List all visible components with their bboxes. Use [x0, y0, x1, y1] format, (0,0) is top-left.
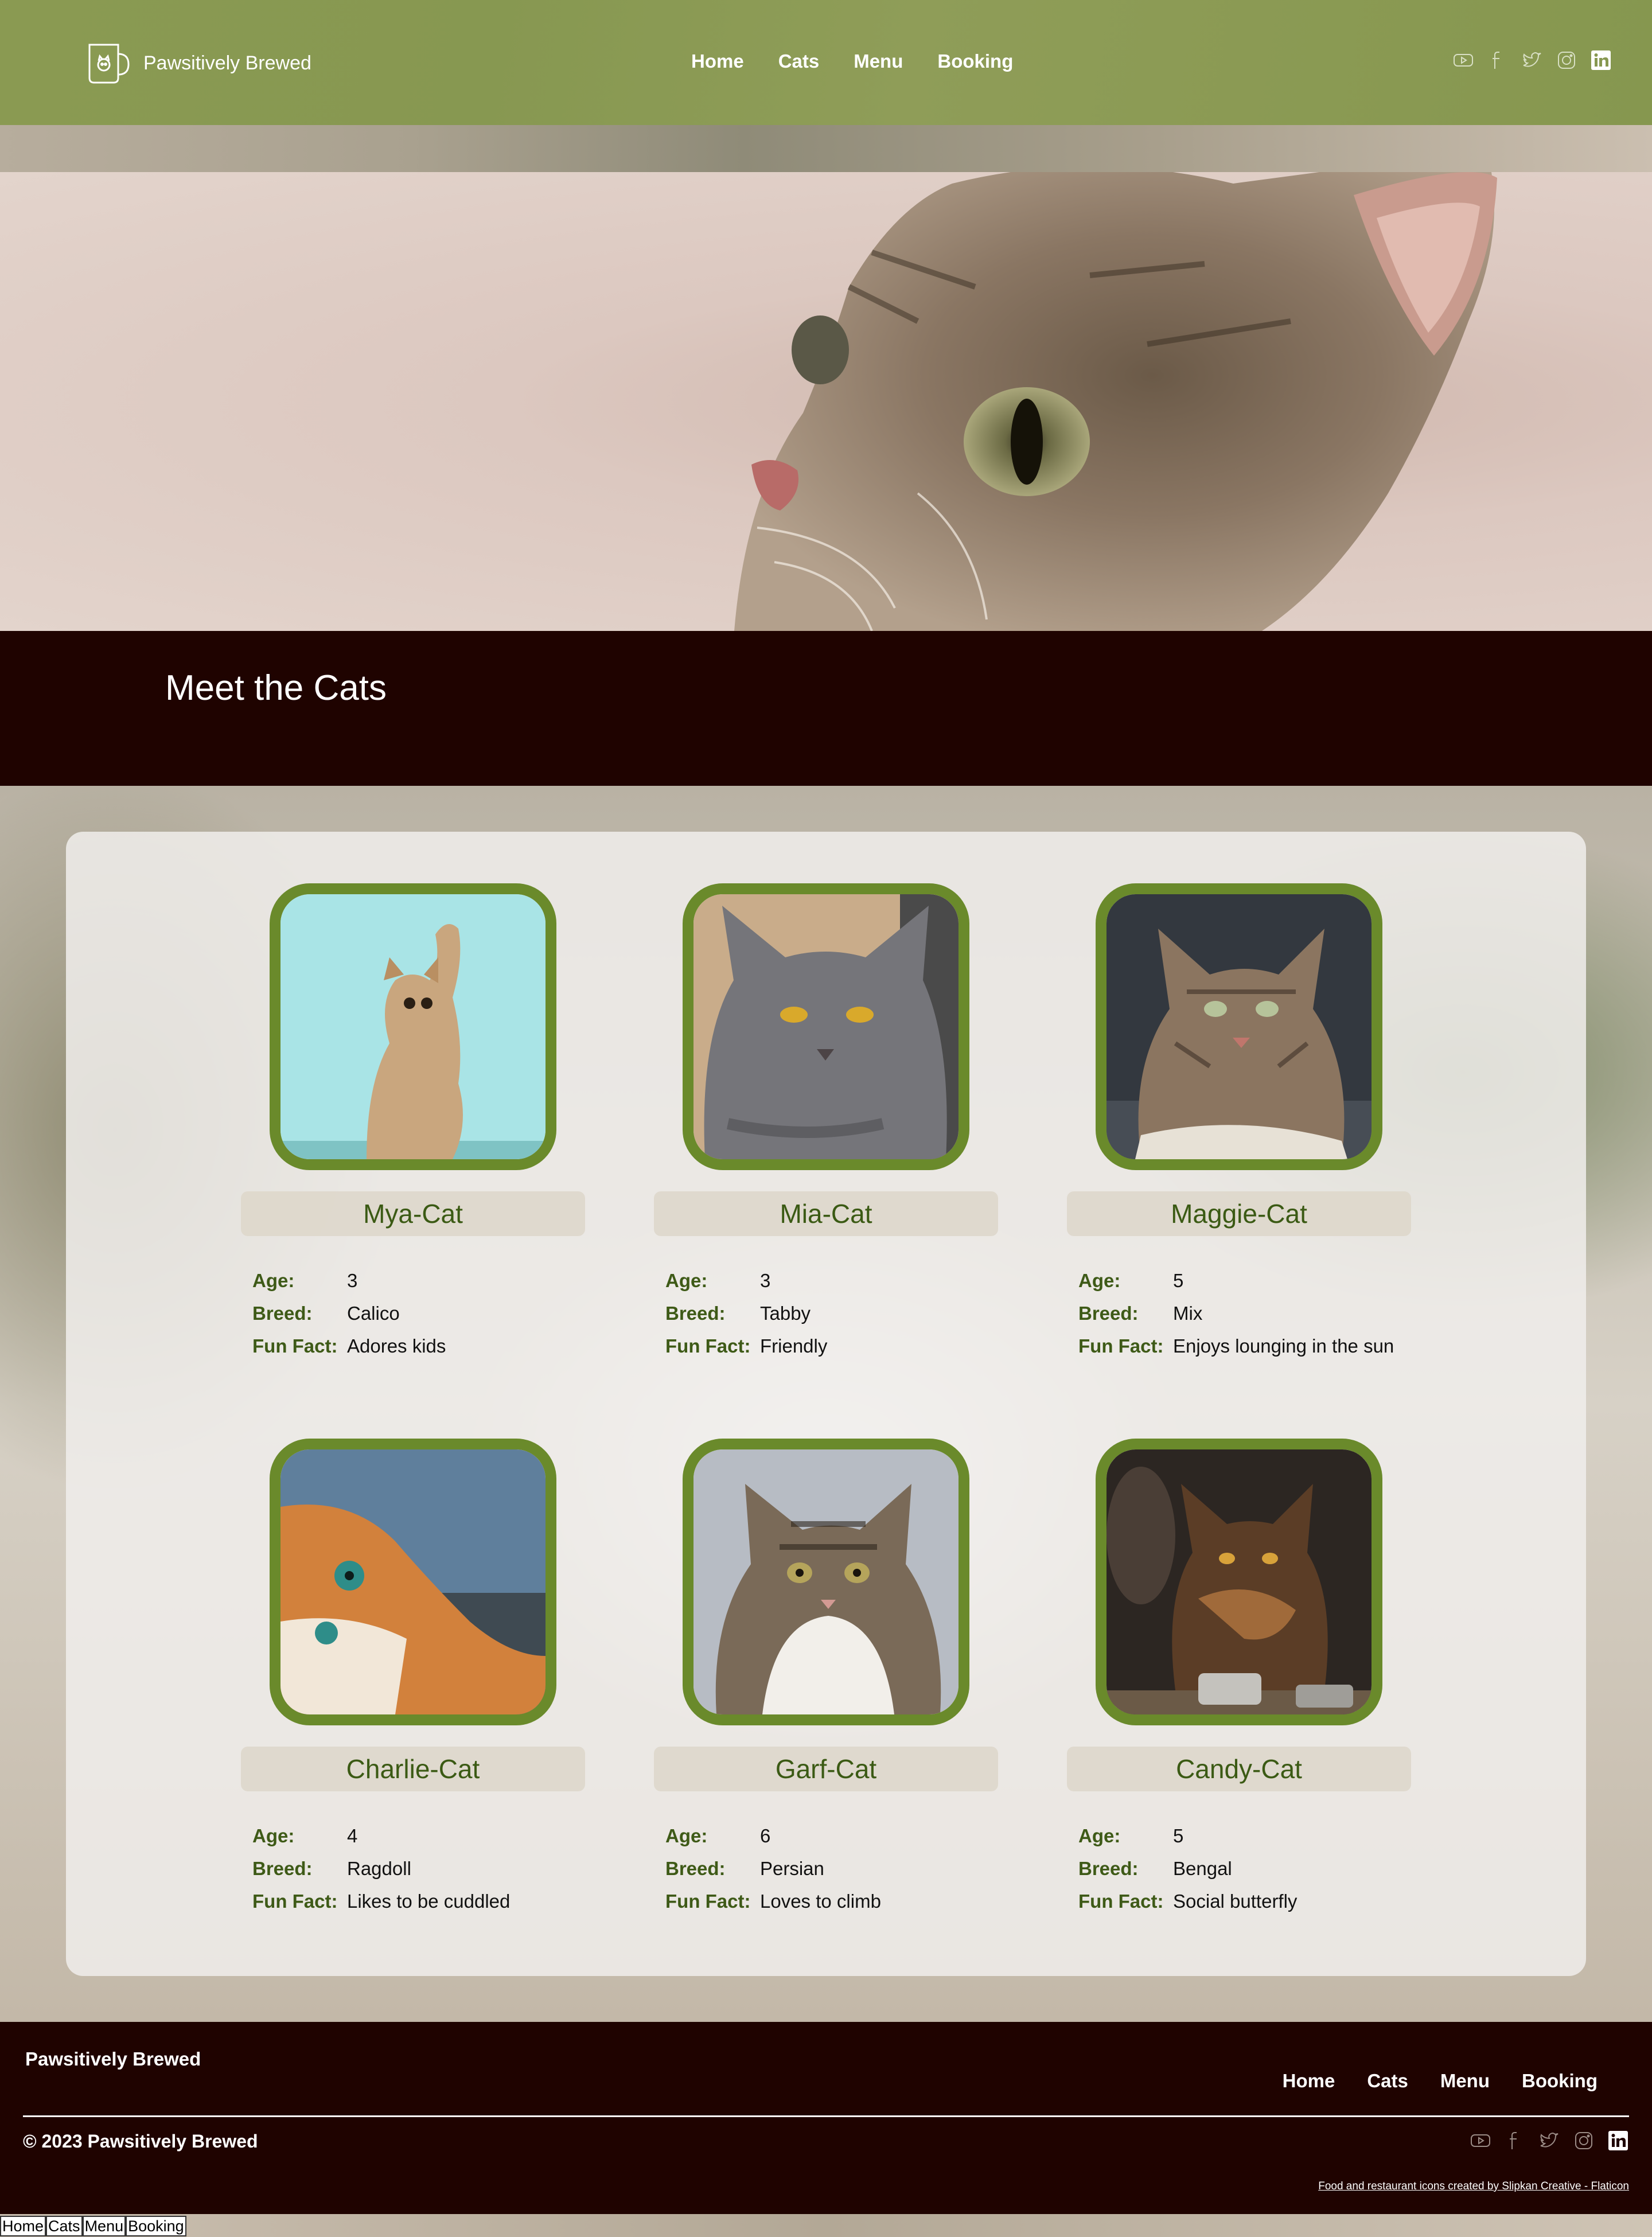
- site-footer: Pawsitively Brewed Home Cats Menu Bookin…: [0, 2022, 1652, 2214]
- twitter-icon[interactable]: [1538, 2130, 1560, 2152]
- footer-nav-booking[interactable]: Booking: [1522, 2070, 1598, 2092]
- logo-link[interactable]: Pawsitively Brewed: [85, 39, 311, 87]
- twitter-icon[interactable]: [1521, 49, 1543, 71]
- cat-photo: [270, 1439, 556, 1725]
- breed-label: Breed:: [665, 1302, 726, 1324]
- fun-fact-label: Fun Fact:: [1078, 1890, 1164, 1912]
- age-label: Age:: [665, 1269, 708, 1291]
- hero-cat-image: [734, 172, 1497, 631]
- fun-fact-value: Enjoys lounging in the sun: [1173, 1335, 1394, 1357]
- breed-label: Breed:: [1078, 1302, 1139, 1324]
- breed-value: Calico: [347, 1302, 400, 1324]
- footer-nav-menu[interactable]: Menu: [1440, 2070, 1490, 2092]
- footer-brand: Pawsitively Brewed: [25, 2048, 201, 2070]
- cat-name: Garf-Cat: [654, 1747, 998, 1791]
- nav-cats[interactable]: Cats: [778, 50, 820, 72]
- cat-mug-logo-icon: [88, 44, 130, 84]
- cat-photo: [270, 883, 556, 1170]
- cat-info: Age: 3 Breed: Tabby Fun Fact: Friendly: [665, 1264, 827, 1362]
- breed-label: Breed:: [665, 1857, 726, 1879]
- age-label: Age:: [252, 1825, 295, 1846]
- cat-name: Maggie-Cat: [1067, 1191, 1411, 1236]
- bottom-link-buttons: Home Cats Menu Booking: [0, 2216, 186, 2236]
- breed-value: Ragdoll: [347, 1857, 411, 1879]
- age-label: Age:: [665, 1825, 708, 1846]
- age-value: 6: [760, 1825, 771, 1846]
- breed-label: Breed:: [252, 1302, 313, 1324]
- age-value: 5: [1173, 1825, 1184, 1846]
- age-value: 3: [760, 1269, 771, 1291]
- fun-fact-value: Likes to be cuddled: [347, 1890, 511, 1912]
- cat-info: Age: 5 Breed: Bengal Fun Fact: Social butte…: [1078, 1819, 1297, 1918]
- footer-nav: Home Cats Menu Booking: [1283, 2070, 1598, 2092]
- cat-info: Age: 3 Breed: Calico Fun Fact: Adores kids: [252, 1264, 446, 1362]
- fun-fact-label: Fun Fact:: [252, 1335, 338, 1357]
- age-label: Age:: [252, 1269, 295, 1291]
- facebook-icon[interactable]: [1504, 2130, 1526, 2152]
- youtube-icon[interactable]: [1470, 2130, 1491, 2152]
- cat-name: Charlie-Cat: [241, 1747, 585, 1791]
- nav-booking[interactable]: Booking: [937, 50, 1013, 72]
- main-nav: Home Cats Menu Booking: [691, 50, 1013, 72]
- fun-fact-label: Fun Fact:: [252, 1890, 338, 1912]
- breed-value: Persian: [760, 1857, 824, 1879]
- age-label: Age:: [1078, 1825, 1121, 1846]
- breed-label: Breed:: [1078, 1857, 1139, 1879]
- cat-info: Age: 6 Breed: Persian Fun Fact: Loves to cl…: [665, 1819, 881, 1918]
- nav-menu[interactable]: Menu: [854, 50, 903, 72]
- hero-banner: [0, 172, 1652, 631]
- instagram-icon[interactable]: [1556, 49, 1577, 71]
- fun-fact-label: Fun Fact:: [665, 1890, 751, 1912]
- age-value: 4: [347, 1825, 358, 1846]
- cat-name: Candy-Cat: [1067, 1747, 1411, 1791]
- breed-value: Mix: [1173, 1302, 1203, 1324]
- bottom-link-menu[interactable]: Menu: [82, 2216, 126, 2236]
- cat-photo: [683, 1439, 969, 1725]
- linkedin-icon[interactable]: [1590, 49, 1612, 71]
- footer-nav-cats[interactable]: Cats: [1367, 2070, 1408, 2092]
- cat-name: Mia-Cat: [654, 1191, 998, 1236]
- linkedin-icon[interactable]: [1607, 2130, 1629, 2152]
- bottom-link-booking[interactable]: Booking: [126, 2216, 186, 2236]
- fun-fact-value: Adores kids: [347, 1335, 446, 1357]
- instagram-icon[interactable]: [1573, 2130, 1595, 2152]
- nav-home[interactable]: Home: [691, 50, 744, 72]
- footer-divider: [23, 2115, 1629, 2117]
- meet-section-header: Meet the Cats: [0, 631, 1652, 786]
- fun-fact-label: Fun Fact:: [665, 1335, 751, 1357]
- facebook-icon[interactable]: [1487, 49, 1509, 71]
- page-title: Meet the Cats: [165, 668, 387, 708]
- social-links: [1452, 49, 1612, 71]
- cat-info: Age: 5 Breed: Mix Fun Fact: Enjoys lounging…: [1078, 1264, 1394, 1362]
- bottom-link-home[interactable]: Home: [0, 2216, 46, 2236]
- fun-fact-value: Social butterfly: [1173, 1890, 1298, 1912]
- age-value: 3: [347, 1269, 358, 1291]
- fun-fact-value: Friendly: [760, 1335, 828, 1357]
- fun-fact-value: Loves to climb: [760, 1890, 881, 1912]
- fun-fact-label: Fun Fact:: [1078, 1335, 1164, 1357]
- cat-info: Age: 4 Breed: Ragdoll Fun Fact: Likes to be…: [252, 1819, 510, 1918]
- bottom-strip: Home Cats Menu Booking: [0, 2214, 1652, 2237]
- age-label: Age:: [1078, 1269, 1121, 1291]
- youtube-icon[interactable]: [1452, 49, 1474, 71]
- footer-nav-home[interactable]: Home: [1283, 2070, 1335, 2092]
- age-value: 5: [1173, 1269, 1184, 1291]
- cat-photo: [683, 883, 969, 1170]
- copyright: © 2023 Pawsitively Brewed: [23, 2131, 258, 2152]
- breed-value: Tabby: [760, 1302, 811, 1324]
- brand-name: Pawsitively Brewed: [143, 52, 311, 74]
- breed-value: Bengal: [1173, 1857, 1232, 1879]
- cat-photo: [1096, 883, 1382, 1170]
- icon-credit-link[interactable]: Food and restaurant icons created by Sli…: [1318, 2180, 1629, 2193]
- cat-photo: [1096, 1439, 1382, 1725]
- cat-name: Mya-Cat: [241, 1191, 585, 1236]
- site-header: Pawsitively Brewed Home Cats Menu Bookin…: [0, 0, 1652, 172]
- breed-label: Breed:: [252, 1857, 313, 1879]
- footer-social-links: [1470, 2130, 1629, 2152]
- bottom-link-cats[interactable]: Cats: [46, 2216, 83, 2236]
